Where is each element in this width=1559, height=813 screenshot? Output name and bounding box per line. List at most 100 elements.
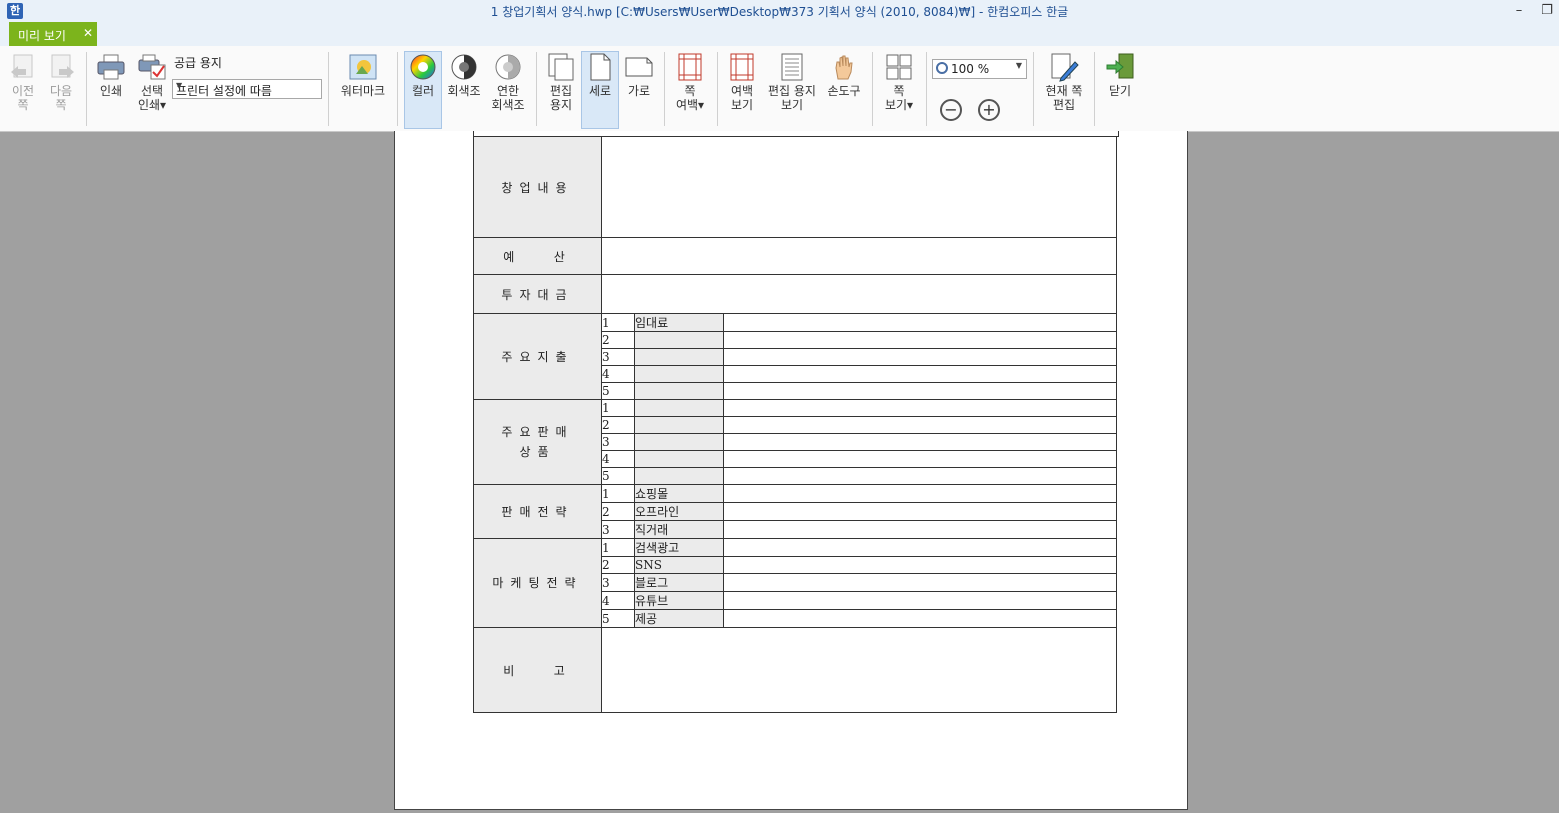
item-cell[interactable] [634, 365, 724, 383]
value-cell[interactable] [723, 348, 1117, 366]
watermark-icon [348, 52, 378, 82]
edit-current-page-button[interactable]: 현재 쪽 편집 [1040, 52, 1088, 112]
value-cell[interactable] [723, 467, 1117, 485]
value-cell[interactable] [723, 313, 1117, 332]
startup-content-cell[interactable] [601, 136, 1117, 238]
tab-preview[interactable]: 미리 보기 ✕ [9, 22, 97, 46]
value-cell[interactable] [723, 331, 1117, 349]
row-number: 4 [601, 365, 635, 383]
margin-view-icon [727, 52, 757, 82]
edit-paper-button[interactable]: 편집 용지 [544, 52, 578, 112]
item-cell[interactable]: 임대료 [634, 313, 724, 332]
main-expense-row: 주요지출 1 임대료 [473, 313, 1117, 400]
watermark-label: 워터마크 [340, 84, 386, 98]
chevron-down-icon: ▼ [1015, 61, 1022, 70]
row-number: 2 [601, 331, 635, 349]
restore-button[interactable]: ❐ [1537, 2, 1557, 20]
budget-label: 예 산 [473, 237, 602, 275]
hand-tool-button[interactable]: 손도구 [824, 52, 864, 98]
value-cell[interactable] [723, 573, 1117, 592]
value-cell[interactable] [723, 382, 1117, 400]
value-cell[interactable] [723, 556, 1117, 574]
value-cell[interactable] [723, 591, 1117, 610]
value-cell[interactable] [723, 484, 1117, 503]
item-cell[interactable] [634, 399, 724, 417]
value-cell[interactable] [723, 520, 1117, 539]
edit-paper-icon [546, 52, 576, 82]
print-label: 인쇄 [99, 84, 123, 98]
budget-cell[interactable] [601, 237, 1117, 275]
exit-door-icon [1105, 52, 1135, 82]
page-view-button[interactable]: 쪽 보기▾ [880, 52, 918, 112]
item-cell[interactable] [634, 433, 724, 451]
row-number: 4 [601, 450, 635, 468]
separator [328, 52, 329, 126]
marketing-strategy-label: 마케팅전략 [473, 538, 602, 628]
minimize-button[interactable]: – [1509, 2, 1529, 20]
prev-page-button[interactable]: 이전 쪽 [6, 52, 40, 112]
select-print-icon [137, 52, 167, 82]
value-cell[interactable] [723, 365, 1117, 383]
row-number: 1 [601, 484, 635, 503]
row-number: 1 [601, 313, 635, 332]
main-products-label: 주요판매 상품 [473, 399, 602, 485]
zoom-in-button[interactable]: + [978, 99, 1000, 121]
remarks-label: 비 고 [473, 627, 602, 713]
arrow-right-icon [46, 52, 76, 82]
paper-source-select[interactable]: 프린터 설정에 따름 ▼ [172, 79, 322, 99]
item-cell[interactable] [634, 348, 724, 366]
separator [664, 52, 665, 126]
arrow-left-icon [8, 52, 38, 82]
value-cell[interactable] [723, 416, 1117, 434]
value-cell[interactable] [723, 399, 1117, 417]
zoom-value: 100 % [951, 62, 990, 76]
item-cell[interactable] [634, 416, 724, 434]
page-view-icon [884, 52, 914, 82]
page-margin-icon [675, 52, 705, 82]
value-cell[interactable] [723, 502, 1117, 521]
investment-cell[interactable] [601, 274, 1117, 314]
item-cell[interactable]: 블로그 [634, 573, 724, 592]
color-button[interactable]: 컬러 [404, 51, 442, 129]
item-cell[interactable]: 쇼핑몰 [634, 484, 724, 503]
close-preview-button[interactable]: 닫기 [1102, 52, 1138, 98]
row-number: 5 [601, 467, 635, 485]
value-cell[interactable] [723, 609, 1117, 628]
item-cell[interactable]: SNS [634, 556, 724, 574]
watermark-button[interactable]: 워터마크 [338, 52, 388, 98]
next-page-button[interactable]: 다음 쪽 [44, 52, 78, 112]
zoom-out-button[interactable]: − [940, 99, 962, 121]
margin-view-button[interactable]: 여백 보기 [724, 52, 760, 112]
title-bar: 한 1 창업기획서 양식.hwp [C:₩Users₩User₩Desktop₩… [0, 0, 1559, 22]
close-icon[interactable]: ✕ [83, 26, 93, 40]
grayscale-button[interactable]: 회색조 [446, 52, 482, 98]
select-print-button[interactable]: 선택 인쇄▾ [134, 52, 170, 112]
portrait-button[interactable]: 세로 [581, 51, 619, 129]
item-cell[interactable]: 유튜브 [634, 591, 724, 610]
value-cell[interactable] [723, 538, 1117, 557]
zoom-select[interactable]: 100 % ▼ [932, 59, 1027, 79]
row-number: 1 [601, 538, 635, 557]
item-cell[interactable] [634, 467, 724, 485]
item-cell[interactable]: 제공 [634, 609, 724, 628]
prev-page-label: 이전 쪽 [11, 84, 35, 112]
item-cell[interactable] [634, 450, 724, 468]
item-cell[interactable] [634, 382, 724, 400]
value-cell[interactable] [723, 433, 1117, 451]
next-page-label: 다음 쪽 [49, 84, 73, 112]
light-grayscale-button[interactable]: 연한 회색조 [488, 52, 528, 112]
separator [86, 52, 87, 126]
item-cell[interactable]: 직거래 [634, 520, 724, 539]
item-cell[interactable] [634, 331, 724, 349]
row-number: 5 [601, 609, 635, 628]
item-cell[interactable]: 검색광고 [634, 538, 724, 557]
item-cell[interactable]: 오프라인 [634, 502, 724, 521]
print-button[interactable]: 인쇄 [94, 52, 128, 98]
landscape-button[interactable]: 가로 [622, 52, 656, 98]
page-margin-button[interactable]: 쪽 여백▾ [672, 52, 708, 112]
edit-page-icon [1049, 52, 1079, 82]
edit-paper-view-button[interactable]: 편집 용지 보기 [764, 52, 820, 112]
startup-content-label: 창업내용 [473, 136, 602, 238]
value-cell[interactable] [723, 450, 1117, 468]
remarks-cell[interactable] [601, 627, 1117, 713]
